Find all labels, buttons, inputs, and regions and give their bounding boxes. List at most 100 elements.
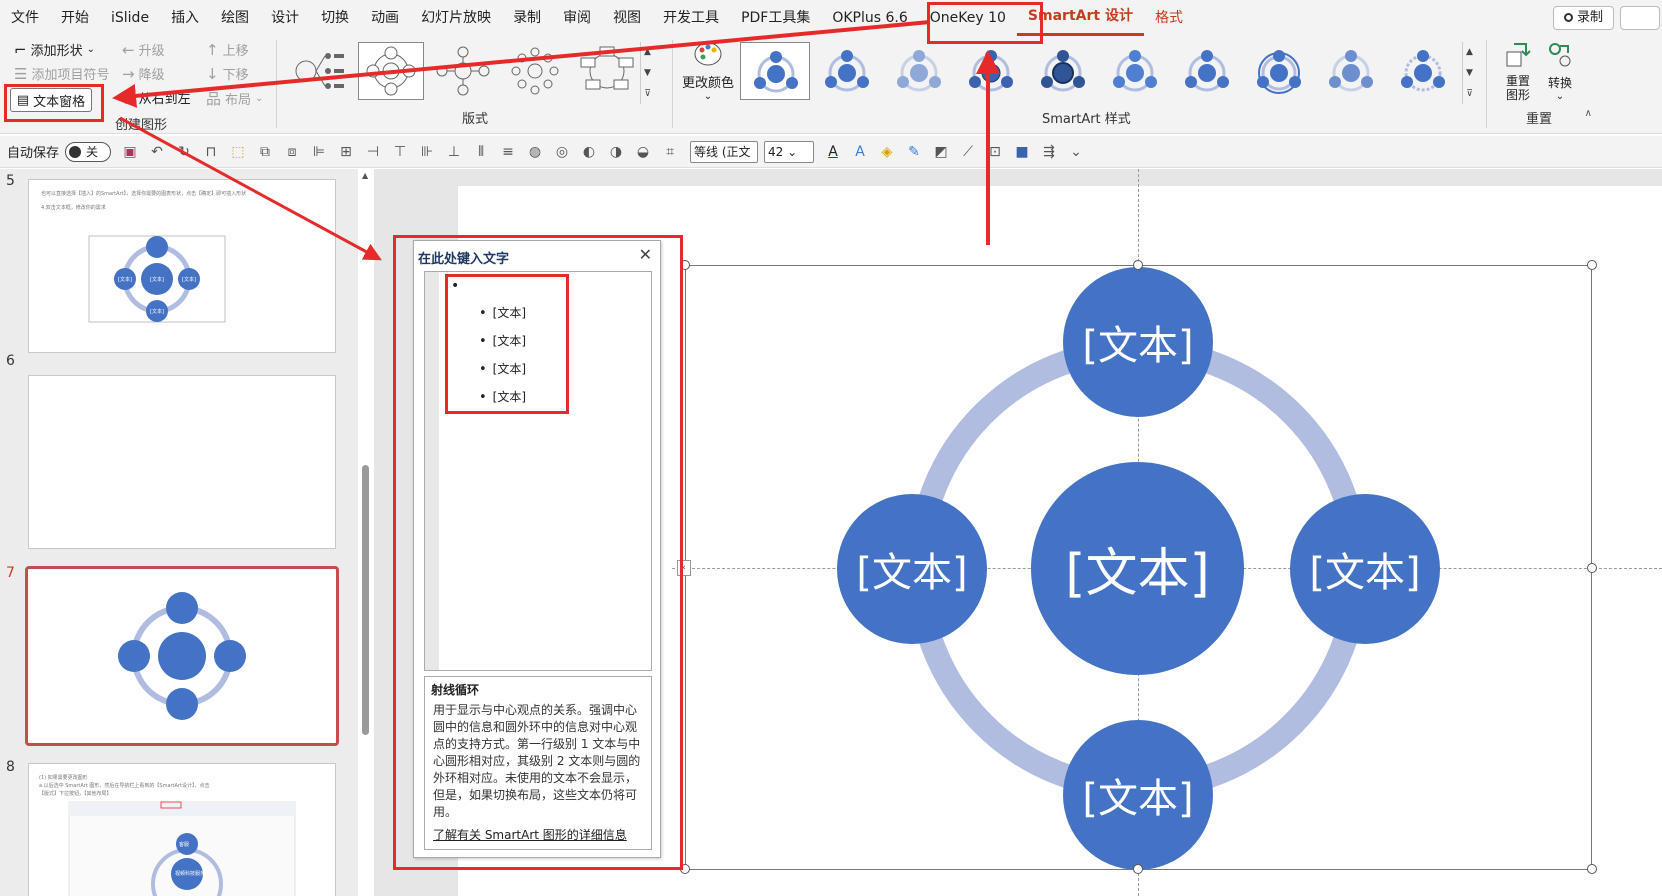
layout-button[interactable]: 品布局 ⌄	[206, 88, 263, 109]
layout-option-5[interactable]	[574, 42, 640, 100]
right-node-text: [文本]	[1309, 550, 1421, 596]
fill-color-icon[interactable]: ◈	[879, 144, 895, 160]
slide-thumbnail-5[interactable]: 也可以直接选择【插入】的SmartArt】，选择你需要的图表形状，点击【确定】即…	[28, 179, 336, 353]
styles-gallery-scroll[interactable]: ▲ ▼ ⊽	[1462, 42, 1476, 104]
slide-thumbnail-8[interactable]: (1) 如果需要更改图形 a.以后选中 SmartArt 图形，然后在导航栏上看…	[28, 763, 336, 896]
menu-slideshow[interactable]: 幻灯片放映	[410, 0, 502, 36]
menu-file[interactable]: 文件	[0, 0, 50, 36]
style-option-7[interactable]	[1172, 42, 1242, 100]
layout-option-3[interactable]	[430, 42, 496, 100]
quick-access-toolbar: 自动保存 关 ▣ ↶ ↻ ⊓ ⬚ ⧉ ⧈ ⊫ ⊞ ⊣ ⊤ ⊪ ⊥ ⫴ ≡ ◍ ◎…	[0, 136, 1662, 168]
align-bottom-icon[interactable]: ⊥	[446, 144, 462, 160]
group-icon[interactable]: ⧉	[257, 144, 273, 160]
slide-thumbnail-7[interactable]	[25, 566, 339, 746]
align-left-icon[interactable]: ⊫	[311, 144, 327, 160]
smartart-bottom-node[interactable]: [文本]	[1063, 720, 1213, 870]
menu-developer[interactable]: 开发工具	[652, 0, 730, 36]
move-up-button[interactable]: ↑ 上移	[206, 40, 249, 60]
right-to-left-button[interactable]: ⇄ 从右到左	[122, 88, 191, 108]
distribute-h-icon[interactable]: ⫴	[473, 144, 489, 160]
style-option-5[interactable]	[1028, 42, 1098, 100]
style-option-3[interactable]	[884, 42, 954, 100]
thumbnails-scrollbar[interactable]: ▲	[362, 169, 372, 896]
thumbnails-scroll-thumb[interactable]	[362, 465, 369, 735]
redo-icon[interactable]: ↻	[176, 144, 192, 160]
intersect-icon[interactable]: ◎	[554, 144, 570, 160]
style-option-2[interactable]	[812, 42, 882, 100]
align-right-icon[interactable]: ⊣	[365, 144, 381, 160]
shape-icon[interactable]: ⊓	[203, 144, 219, 160]
collapse-ribbon-icon[interactable]: ∧	[1585, 108, 1592, 119]
resize-handle-bottom-right[interactable]	[1587, 864, 1597, 874]
menu-review[interactable]: 审阅	[552, 0, 602, 36]
text-box-icon[interactable]: A	[852, 144, 868, 160]
convert-button[interactable]: 转换 ⌄	[1542, 40, 1578, 102]
shape-effects-icon[interactable]: ◩	[933, 144, 949, 160]
menu-design[interactable]: 设计	[260, 0, 310, 36]
slide-thumbnail-6[interactable]	[28, 375, 336, 549]
menu-format[interactable]: 格式	[1144, 0, 1194, 36]
add-shape-icon: ⌐	[14, 40, 27, 59]
merge-shapes-icon[interactable]: ◍	[527, 144, 543, 160]
font-color-icon[interactable]: A	[825, 144, 841, 160]
record-button[interactable]: 录制	[1552, 6, 1614, 30]
menu-insert[interactable]: 插入	[160, 0, 210, 36]
menu-view[interactable]: 视图	[602, 0, 652, 36]
menu-islide[interactable]: iSlide	[100, 0, 160, 36]
demote-button[interactable]: → 降级	[122, 64, 165, 84]
ungroup-icon[interactable]: ⧈	[284, 144, 300, 160]
promote-button[interactable]: ← 升级	[122, 40, 165, 60]
menu-home[interactable]: 开始	[50, 0, 100, 36]
style-option-6[interactable]	[1100, 42, 1170, 100]
font-size-select[interactable]: 42 ⌄	[764, 140, 815, 163]
crop-tool-icon[interactable]: ⊡	[987, 144, 1003, 160]
layouts-gallery-scroll[interactable]: ▲ ▼ ⊽	[640, 42, 654, 104]
move-down-button[interactable]: ↓ 下移	[206, 64, 249, 84]
layout-option-radial-cycle[interactable]	[358, 42, 424, 100]
align-top-icon[interactable]: ⊤	[392, 144, 408, 160]
line-icon[interactable]: ⟋	[960, 144, 976, 160]
style-option-4[interactable]	[956, 42, 1026, 100]
style-option-9[interactable]	[1316, 42, 1386, 100]
smartart-center-node[interactable]: [文本]	[1031, 462, 1244, 675]
change-colors-button[interactable]: 更改颜色 ⌄	[680, 40, 736, 102]
autosave-toggle[interactable]: 关	[65, 141, 112, 162]
resize-handle-bottom[interactable]	[1133, 864, 1143, 874]
select-icon[interactable]: ⬚	[230, 144, 246, 160]
align-middle-icon[interactable]: ⊪	[419, 144, 435, 160]
distribute-v-icon[interactable]: ≡	[500, 144, 516, 160]
fragment-icon[interactable]: ◑	[608, 144, 624, 160]
add-bullet-button[interactable]: ☰ 添加项目符号	[14, 64, 109, 84]
menu-record[interactable]: 录制	[502, 0, 552, 36]
smartart-left-node[interactable]: [文本]	[837, 494, 987, 644]
save-icon[interactable]: ▣	[122, 144, 138, 160]
combine-icon[interactable]: ◒	[635, 144, 651, 160]
subtract-icon[interactable]: ◐	[581, 144, 597, 160]
add-shape-button[interactable]: ⌐ 添加形状 ⌄	[14, 40, 95, 60]
fill-square-icon[interactable]: ■	[1014, 144, 1030, 160]
menu-transitions[interactable]: 切换	[310, 0, 360, 36]
share-button[interactable]	[1620, 6, 1660, 30]
undo-icon[interactable]: ↶	[149, 144, 165, 160]
font-family-select[interactable]: 等线 (正文	[690, 140, 759, 163]
style-option-8[interactable]	[1244, 42, 1314, 100]
menu-okplus[interactable]: OKPlus 6.6	[821, 0, 918, 36]
menu-pdf-tools[interactable]: PDF工具集	[730, 0, 821, 36]
style-option-1[interactable]	[740, 42, 810, 100]
style-option-10[interactable]	[1388, 42, 1458, 100]
smartart-top-node[interactable]: [文本]	[1063, 267, 1213, 417]
customize-qat-icon[interactable]: ⌄	[1068, 144, 1084, 160]
resize-handle-top[interactable]	[1133, 260, 1143, 270]
crop-icon[interactable]: ⌗	[662, 144, 678, 160]
layout-option-1[interactable]	[286, 42, 352, 100]
smartart-right-node[interactable]: [文本]	[1290, 494, 1440, 644]
layout-option-4[interactable]	[502, 42, 568, 100]
outline-color-icon[interactable]: ✎	[906, 144, 922, 160]
resize-handle-right[interactable]	[1587, 563, 1597, 573]
spacing-icon[interactable]: ⇶	[1041, 144, 1057, 160]
align-center-icon[interactable]: ⊞	[338, 144, 354, 160]
menu-draw[interactable]: 绘图	[210, 0, 260, 36]
resize-handle-top-right[interactable]	[1587, 260, 1597, 270]
reset-graphic-button[interactable]: 重置 图形	[1500, 40, 1536, 102]
menu-animations[interactable]: 动画	[360, 0, 410, 36]
